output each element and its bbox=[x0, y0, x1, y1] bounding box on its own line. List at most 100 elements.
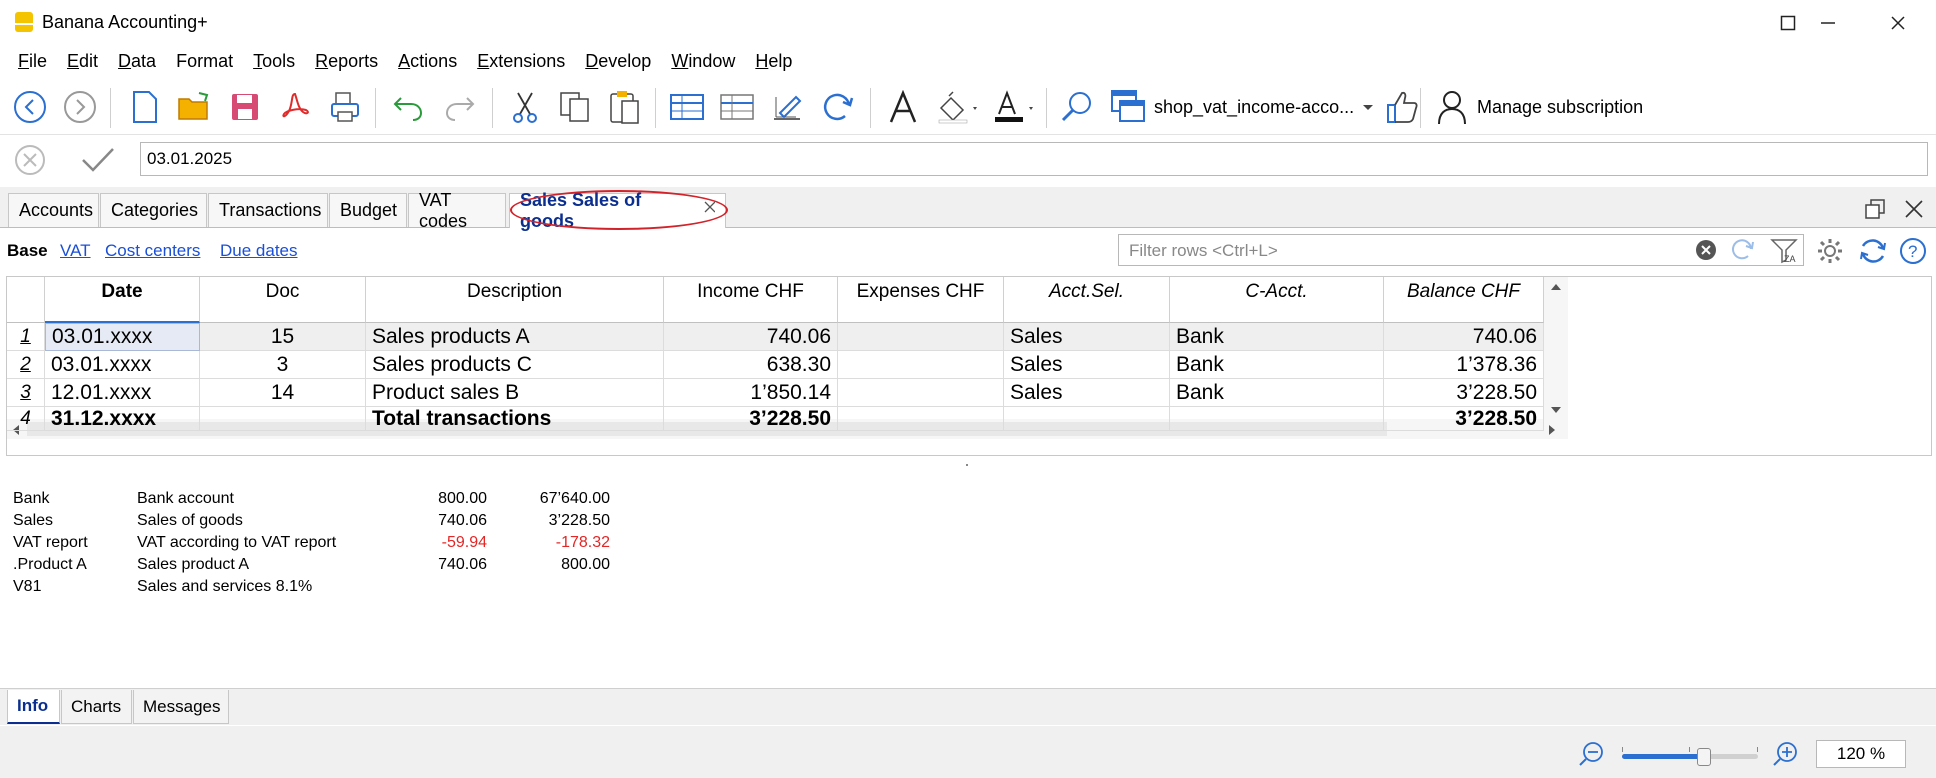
close-table-button[interactable] bbox=[1904, 199, 1924, 224]
cell-balance[interactable]: 740.06 bbox=[1384, 323, 1544, 351]
cell-expenses[interactable] bbox=[838, 351, 1004, 379]
scroll-right-icon[interactable] bbox=[1547, 424, 1557, 436]
column-header-income[interactable]: Income CHF bbox=[664, 277, 838, 323]
redo-button[interactable] bbox=[440, 80, 480, 134]
row-number[interactable]: 3 bbox=[7, 379, 45, 407]
menu-develop[interactable]: Develop bbox=[575, 51, 661, 72]
cell-doc[interactable]: 14 bbox=[200, 379, 366, 407]
cell-date[interactable]: 12.01.xxxx bbox=[45, 379, 200, 407]
panel-splitter[interactable] bbox=[0, 462, 1936, 468]
menu-tools[interactable]: Tools bbox=[243, 51, 305, 72]
menu-format[interactable]: Format bbox=[166, 51, 243, 72]
help-button[interactable]: ? bbox=[1899, 237, 1927, 270]
column-header-acct-sel[interactable]: Acct.Sel. bbox=[1004, 277, 1170, 323]
column-header-description[interactable]: Description bbox=[366, 277, 664, 323]
back-button[interactable] bbox=[10, 80, 50, 134]
cell-expenses[interactable] bbox=[838, 407, 1004, 431]
restore-panel-button[interactable] bbox=[1864, 198, 1886, 225]
forward-button[interactable] bbox=[60, 80, 100, 134]
tab-budget[interactable]: Budget bbox=[329, 193, 407, 227]
cell-doc[interactable]: 3 bbox=[200, 351, 366, 379]
cell-acctsel[interactable]: Sales bbox=[1004, 379, 1170, 407]
paste-button[interactable] bbox=[605, 80, 645, 134]
cell-cacct[interactable]: Bank bbox=[1170, 323, 1384, 351]
tab-transactions[interactable]: Transactions bbox=[208, 193, 328, 227]
row-number[interactable]: 4 bbox=[7, 407, 45, 431]
menu-window[interactable]: Window bbox=[661, 51, 745, 72]
column-header-doc[interactable]: Doc bbox=[200, 277, 366, 323]
search-button[interactable] bbox=[1056, 80, 1098, 134]
cell-income[interactable]: 638.30 bbox=[664, 351, 838, 379]
edit-button[interactable] bbox=[766, 80, 808, 134]
close-window-button[interactable] bbox=[1870, 6, 1926, 40]
view-vat[interactable]: VAT bbox=[60, 241, 91, 261]
sort-filter-button[interactable]: ZA bbox=[1770, 236, 1798, 269]
cell-date[interactable]: 03.01.xxxx bbox=[45, 351, 200, 379]
tab-accounts[interactable]: Accounts bbox=[8, 193, 99, 227]
row-number[interactable]: 2 bbox=[7, 351, 45, 379]
scroll-up-icon[interactable] bbox=[1550, 282, 1562, 292]
cell-balance[interactable]: 1’378.36 bbox=[1384, 351, 1544, 379]
zoom-level-field[interactable]: 120 % bbox=[1816, 740, 1906, 768]
cell-income[interactable]: 3’228.50 bbox=[664, 407, 838, 431]
vertical-scrollbar[interactable] bbox=[1544, 277, 1568, 419]
zoom-slider-thumb[interactable] bbox=[1697, 748, 1711, 766]
cell-cacct[interactable]: Bank bbox=[1170, 351, 1384, 379]
view-base[interactable]: Base bbox=[7, 241, 48, 261]
insert-rows-button[interactable] bbox=[666, 80, 708, 134]
cell-expenses[interactable] bbox=[838, 379, 1004, 407]
copy-button[interactable] bbox=[555, 80, 595, 134]
zoom-slider[interactable] bbox=[1622, 744, 1758, 768]
manage-subscription-button[interactable]: Manage subscription bbox=[1437, 86, 1643, 128]
cell-date[interactable]: 31.12.xxxx bbox=[45, 407, 200, 431]
settings-button[interactable] bbox=[1816, 237, 1844, 270]
tab-info[interactable]: Info bbox=[7, 690, 60, 724]
zoom-in-button[interactable] bbox=[1772, 740, 1800, 773]
scroll-down-icon[interactable] bbox=[1550, 405, 1562, 415]
menu-extensions[interactable]: Extensions bbox=[467, 51, 575, 72]
menu-help[interactable]: Help bbox=[745, 51, 802, 72]
tab-charts[interactable]: Charts bbox=[61, 690, 132, 724]
add-rows-button[interactable] bbox=[716, 80, 758, 134]
open-file-dropdown[interactable]: shop_vat_income-acco... bbox=[1110, 86, 1420, 128]
new-file-button[interactable] bbox=[125, 80, 165, 134]
save-button[interactable] bbox=[225, 80, 265, 134]
cell-acctsel[interactable]: Sales bbox=[1004, 351, 1170, 379]
menu-edit[interactable]: Edit bbox=[57, 51, 108, 72]
column-header-date[interactable]: Date bbox=[45, 277, 200, 323]
cell-doc[interactable]: 15 bbox=[200, 323, 366, 351]
thumbs-up-icon[interactable] bbox=[1382, 88, 1420, 126]
cell-income[interactable]: 740.06 bbox=[664, 323, 838, 351]
cell-desc[interactable]: Total transactions bbox=[366, 407, 664, 431]
column-header-balance[interactable]: Balance CHF bbox=[1384, 277, 1544, 323]
maximize-button[interactable] bbox=[1760, 6, 1816, 40]
cell-expenses[interactable] bbox=[838, 323, 1004, 351]
refresh-filter-button[interactable] bbox=[1731, 238, 1755, 267]
cell-desc[interactable]: Sales products A bbox=[366, 323, 664, 351]
recalculate-button[interactable] bbox=[816, 80, 858, 134]
fill-color-button[interactable] bbox=[932, 80, 984, 134]
font-button[interactable] bbox=[882, 80, 924, 134]
cell-desc[interactable]: Sales products C bbox=[366, 351, 664, 379]
cell-balance[interactable]: 3’228.50 bbox=[1384, 407, 1544, 431]
cell-income[interactable]: 1’850.14 bbox=[664, 379, 838, 407]
cell-doc[interactable] bbox=[200, 407, 366, 431]
column-header-expenses[interactable]: Expenses CHF bbox=[838, 277, 1004, 323]
menu-data[interactable]: Data bbox=[108, 51, 166, 72]
cut-button[interactable] bbox=[505, 80, 545, 134]
column-header-c-acct[interactable]: C-Acct. bbox=[1170, 277, 1384, 323]
view-cost-centers[interactable]: Cost centers bbox=[105, 241, 200, 261]
cell-acctsel[interactable] bbox=[1004, 407, 1170, 431]
sync-button[interactable] bbox=[1858, 236, 1888, 271]
clear-filter-button[interactable] bbox=[1695, 239, 1717, 266]
cell-edit-input[interactable]: 03.01.2025 bbox=[140, 142, 1928, 176]
cell-balance[interactable]: 3’228.50 bbox=[1384, 379, 1544, 407]
cancel-edit-button[interactable] bbox=[14, 144, 46, 181]
open-button[interactable] bbox=[175, 80, 215, 134]
text-color-button[interactable] bbox=[988, 80, 1040, 134]
cell-acctsel[interactable]: Sales bbox=[1004, 323, 1170, 351]
confirm-edit-button[interactable] bbox=[80, 144, 116, 181]
cell-date[interactable]: 03.01.xxxx bbox=[45, 323, 200, 351]
zoom-out-button[interactable] bbox=[1578, 740, 1606, 773]
row-number[interactable]: 1 bbox=[7, 323, 45, 351]
